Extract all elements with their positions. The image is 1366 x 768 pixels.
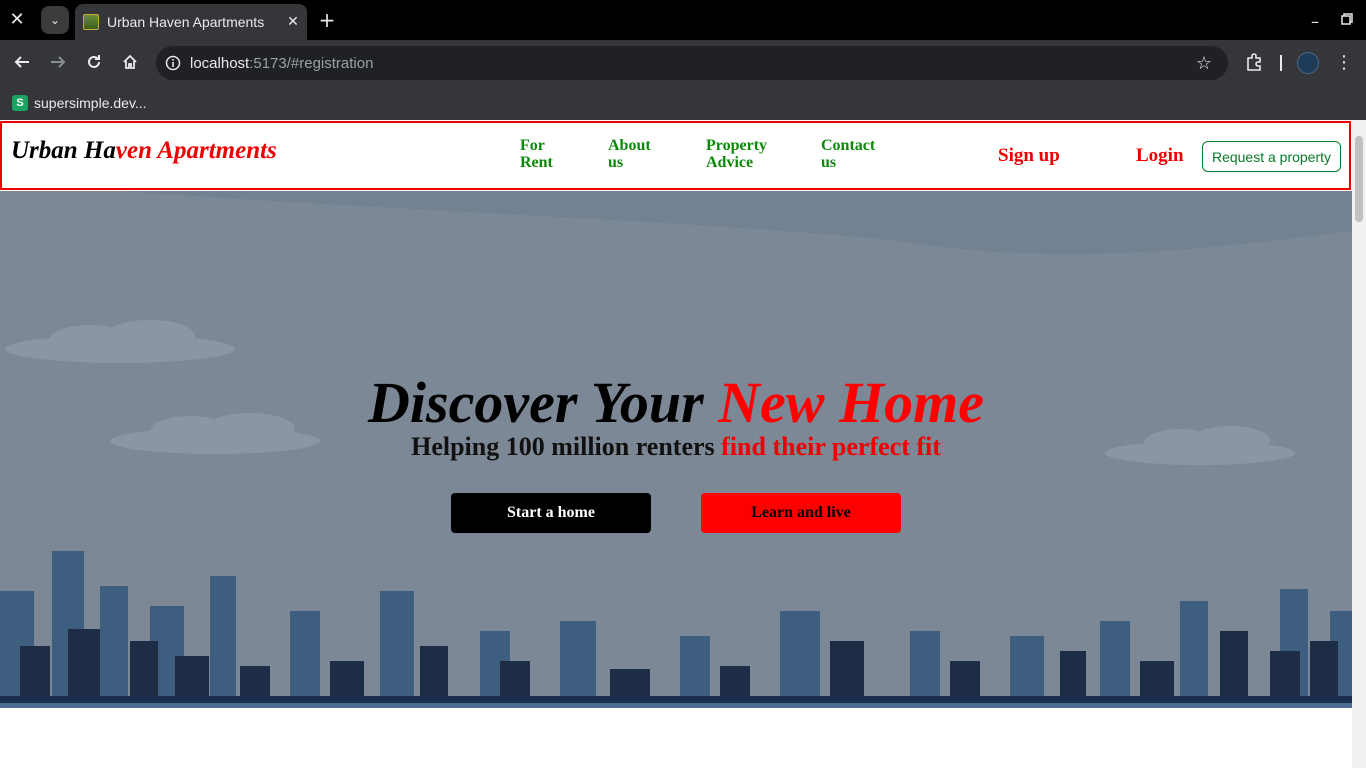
login-link[interactable]: Login xyxy=(1136,145,1184,167)
browser-toolbar: localhost:5173/#registration ☆ ⋮ xyxy=(0,40,1366,86)
hero-subtitle-black: Helping 100 million renters xyxy=(411,432,722,461)
request-property-button[interactable]: Request a property xyxy=(1202,141,1341,172)
restore-icon[interactable] xyxy=(1336,8,1358,30)
address-bar[interactable]: localhost:5173/#registration ☆ xyxy=(156,46,1228,80)
new-tab-icon[interactable]: + xyxy=(316,8,338,32)
url-path: :5173/#registration xyxy=(249,54,374,72)
home-icon[interactable] xyxy=(118,50,142,74)
hero-title-black: Discover Your xyxy=(368,370,719,435)
site-navbar: Urban Haven Apartments For Rent About us… xyxy=(0,121,1351,190)
brand-text-red: ven Apartments xyxy=(115,137,277,164)
toolbar-divider xyxy=(1280,55,1282,71)
nav-link-contact-us[interactable]: Contact us xyxy=(821,137,901,171)
nav-link-property-advice[interactable]: Property Advice xyxy=(706,137,786,171)
close-tab-icon[interactable]: ✕ xyxy=(279,14,307,30)
hero-title: Discover Your New Home xyxy=(0,369,1352,436)
reload-icon[interactable] xyxy=(82,50,106,74)
browser-tab-bar: ✕ ⌄ Urban Haven Apartments ✕ + – xyxy=(0,0,1366,40)
page-scrollbar[interactable] xyxy=(1352,120,1366,768)
url-text: localhost:5173/#registration xyxy=(190,55,373,72)
hero-subtitle-red: find their perfect fit xyxy=(721,432,941,461)
start-a-home-button[interactable]: Start a home xyxy=(451,493,651,533)
hero-section: Discover Your New Home Helping 100 milli… xyxy=(0,191,1352,708)
profile-avatar[interactable] xyxy=(1297,52,1319,74)
bookmark-star-icon[interactable]: ☆ xyxy=(1192,51,1216,75)
back-icon[interactable] xyxy=(10,50,34,74)
nav-link-for-rent[interactable]: For Rent xyxy=(520,137,600,171)
hero-subtitle: Helping 100 million renters find their p… xyxy=(0,432,1352,462)
browser-tab[interactable]: Urban Haven Apartments ✕ xyxy=(75,4,307,40)
bookmarks-bar: S supersimple.dev... xyxy=(0,86,1366,120)
brand-logo[interactable]: Urban Haven Apartments xyxy=(11,137,277,165)
menu-kebab-icon[interactable]: ⋮ xyxy=(1332,50,1356,74)
nav-link-about-us[interactable]: About us xyxy=(608,137,688,171)
tab-search-button[interactable]: ⌄ xyxy=(41,6,69,34)
brand-text-black: Urban Ha xyxy=(11,137,116,164)
scrollbar-thumb[interactable] xyxy=(1355,136,1363,222)
extensions-icon[interactable] xyxy=(1242,50,1266,74)
url-host: localhost xyxy=(190,54,250,72)
site-info-icon[interactable] xyxy=(156,55,190,71)
forward-icon[interactable] xyxy=(46,50,70,74)
web-page: Urban Haven Apartments For Rent About us… xyxy=(0,120,1352,768)
learn-and-live-button[interactable]: Learn and live xyxy=(701,493,901,533)
tab-title: Urban Haven Apartments xyxy=(107,14,265,30)
bookmark-item[interactable]: supersimple.dev... xyxy=(34,95,147,111)
close-window-icon[interactable]: ✕ xyxy=(6,8,28,30)
signup-link[interactable]: Sign up xyxy=(998,145,1060,167)
minimize-icon[interactable]: – xyxy=(1304,10,1326,32)
hero-title-red: New Home xyxy=(718,370,984,435)
site-favicon-icon xyxy=(83,14,99,30)
supersimple-favicon-icon: S xyxy=(12,95,28,111)
